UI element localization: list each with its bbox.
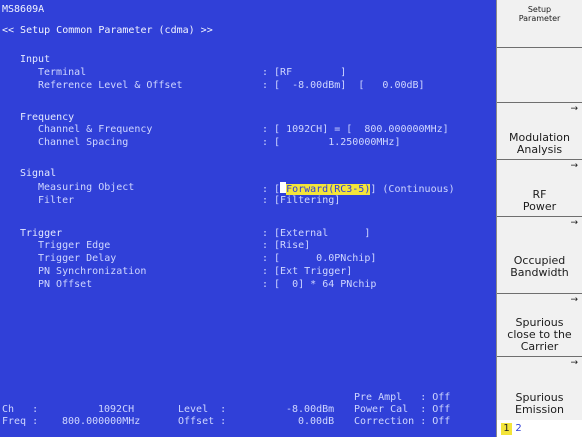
arrow-right-icon: →	[570, 295, 578, 305]
page-1-indicator[interactable]: 1	[501, 423, 512, 435]
modulation-analysis-button[interactable]: → Modulation Analysis	[497, 103, 582, 160]
softkey-blank	[497, 48, 582, 103]
section-signal: Signal	[20, 168, 57, 179]
arrow-right-icon: →	[570, 218, 578, 228]
trigger-source-field[interactable]: : [External ]	[262, 228, 370, 240]
spurious-emission-line2: Emission	[515, 403, 564, 416]
status-offset-label: Offset :	[178, 416, 227, 427]
ref-level-field[interactable]: : [ -8.00dBm] [ 0.00dB]	[262, 80, 425, 92]
channel-frequency-label: Channel & Frequency	[38, 124, 153, 135]
measuring-object-selected[interactable]: Forward(RC3-5)	[286, 184, 371, 195]
modulation-analysis-line2: Analysis	[516, 143, 563, 156]
rf-power-button[interactable]: → RF Power	[497, 160, 582, 217]
rf-power-line2: Power	[522, 200, 557, 213]
occupied-bandwidth-button[interactable]: → Occupied Bandwidth	[497, 217, 582, 294]
channel-spacing-field[interactable]: : [ 1.250000MHz]	[262, 137, 400, 149]
arrow-right-icon: →	[570, 161, 578, 171]
trigger-edge-label: Trigger Edge	[38, 240, 111, 251]
softkey-title: Setup Parameter	[497, 0, 582, 48]
measuring-object-suffix: ] (Continuous)	[370, 184, 455, 195]
softkey-title-line2: Parameter	[518, 14, 561, 23]
status-correction: Correction : Off	[354, 416, 451, 427]
softkey-page-indicator: 1 2	[497, 420, 582, 437]
page-title: << Setup Common Parameter (cdma) >>	[2, 25, 213, 36]
softkey-panel: Setup Parameter → Modulation Analysis → …	[496, 0, 582, 437]
status-level-label: Level :	[178, 404, 227, 415]
spurious-emission-button[interactable]: → Spurious Emission	[497, 357, 582, 420]
parameter-panel: MS8609A << Setup Common Parameter (cdma)…	[0, 0, 496, 437]
pn-offset-field[interactable]: : [ 0] * 64 PNchip	[262, 279, 376, 291]
status-powercal: Power Cal : Off	[354, 404, 451, 415]
spurious-close-line3: Carrier	[520, 340, 559, 353]
filter-label: Filter	[38, 195, 75, 206]
terminal-field[interactable]: : [RF ]	[262, 67, 346, 79]
status-preampl: Pre Ampl : Off	[354, 392, 451, 403]
instrument-screen: MS8609A << Setup Common Parameter (cdma)…	[0, 0, 582, 437]
status-ch-label: Ch :	[2, 404, 39, 415]
page-2-indicator[interactable]: 2	[513, 423, 524, 435]
occupied-bandwidth-line2: Bandwidth	[510, 266, 569, 279]
pn-offset-label: PN Offset	[38, 279, 93, 290]
arrow-right-icon: →	[570, 104, 578, 114]
model-name: MS8609A	[2, 4, 45, 15]
measuring-object-field[interactable]: : [ Forward(RC3-5)] (Continuous)	[262, 182, 455, 196]
pn-sync-label: PN Synchronization	[38, 266, 147, 277]
status-ch-value: 1092CH	[98, 404, 135, 415]
status-level-value: -8.00dBm	[286, 404, 335, 415]
trigger-delay-label: Trigger Delay	[38, 253, 117, 264]
terminal-label: Terminal	[38, 67, 87, 78]
softkey-title-line1: Setup	[527, 5, 552, 14]
filter-field[interactable]: : [Filtering]	[262, 195, 340, 207]
spurious-close-to-carrier-button[interactable]: → Spurious close to the Carrier	[497, 294, 582, 357]
arrow-right-icon: →	[570, 358, 578, 368]
section-input: Input	[20, 54, 51, 65]
section-frequency: Frequency	[20, 112, 75, 123]
trigger-edge-field[interactable]: : [Rise]	[262, 240, 310, 252]
channel-frequency-field[interactable]: : [ 1092CH] = [ 800.000000MHz]	[262, 124, 449, 136]
pn-sync-field[interactable]: : [Ext Trigger]	[262, 266, 352, 278]
status-offset-value: 0.00dB	[298, 416, 335, 427]
section-trigger: Trigger	[20, 228, 63, 239]
status-freq-value: 800.000000MHz	[62, 416, 141, 427]
channel-spacing-label: Channel Spacing	[38, 137, 129, 148]
trigger-delay-field[interactable]: : [ 0.0PNchip]	[262, 253, 376, 265]
measuring-object-prefix: : [	[262, 184, 281, 195]
status-freq-label: Freq :	[2, 416, 39, 427]
measuring-object-label: Measuring Object	[38, 182, 135, 193]
ref-level-label: Reference Level & Offset	[38, 80, 183, 91]
